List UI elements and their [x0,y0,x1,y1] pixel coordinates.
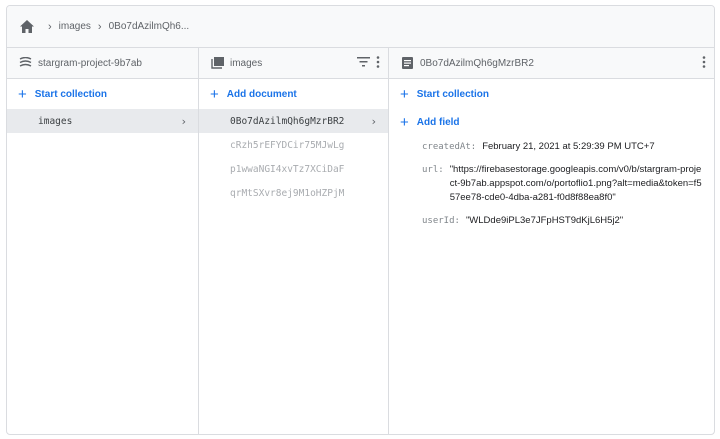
document-header: 0Bo7dAzilmQh6gMzrBR2 [389,48,714,79]
home-icon[interactable] [19,19,35,35]
filter-icon[interactable] [357,56,370,70]
collection-header: images [199,48,388,79]
document-item[interactable]: 0Bo7dAzilmQh6gMzrBR2 › [199,109,388,133]
more-vert-icon[interactable] [702,55,706,71]
start-collection-button[interactable]: + Start collection [389,79,714,109]
field-value: "https://firebasestorage.googleapis.com/… [449,164,702,203]
chevron-right-icon: › [181,114,186,128]
document-item-label: 0Bo7dAzilmQh6gMzrBR2 [230,115,345,127]
add-field-button[interactable]: + Add field [389,109,714,135]
document-item[interactable]: qrMtSXvr8ej9M1oHZPjM [199,181,388,205]
collection-title: images [230,57,263,69]
field-name: userId: [422,216,460,226]
plus-icon: + [18,85,27,103]
field-row[interactable]: userId: "WLDde9iPL3e7JFpHST9dKjL6H5j2" [389,214,714,228]
breadcrumb: › images › 0Bo7dAzilmQh6... [7,6,714,48]
add-document-button[interactable]: + Add document [199,79,388,109]
breadcrumb-collection[interactable]: images [59,21,91,32]
add-document-label: Add document [226,88,297,100]
breadcrumb-document[interactable]: 0Bo7dAzilmQh6... [109,21,190,32]
document-column: 0Bo7dAzilmQh6gMzrBR2 + Start collection … [389,48,714,434]
chevron-right-icon: › [48,20,52,33]
start-collection-button[interactable]: + Start collection [7,79,198,109]
document-item-label: p1wwaNGI4xvTz7XCiDaF [230,163,345,175]
plus-icon: + [400,85,409,103]
collection-item-images[interactable]: images › [7,109,198,133]
plus-icon: + [400,113,409,131]
document-icon [400,56,414,70]
more-vert-icon[interactable] [376,55,380,71]
firestore-data-panel: › images › 0Bo7dAzilmQh6... stargram-pro… [6,5,715,435]
document-item-label: qrMtSXvr8ej9M1oHZPjM [230,187,345,199]
chevron-right-icon: › [97,20,102,33]
field-value: February 21, 2021 at 5:29:39 PM UTC+7 [482,141,655,152]
field-list: createdAt: February 21, 2021 at 5:29:39 … [389,135,714,228]
project-title: stargram-project-9b7ab [38,57,142,69]
add-field-label: Add field [416,116,460,128]
document-item[interactable]: cRzh5rEFYDCir75MJwLg [199,133,388,157]
document-title: 0Bo7dAzilmQh6gMzrBR2 [420,57,534,69]
collection-column: images + Add document 0Bo7dAzilmQh6gMzrB… [199,48,389,434]
project-header: stargram-project-9b7ab [7,48,198,79]
project-column: stargram-project-9b7ab + Start collectio… [7,48,199,434]
database-icon [18,56,32,70]
document-item-label: cRzh5rEFYDCir75MJwLg [230,139,345,151]
start-collection-label: Start collection [34,88,108,100]
field-name: createdAt: [422,142,477,152]
field-row[interactable]: createdAt: February 21, 2021 at 5:29:39 … [389,140,714,154]
collection-item-label: images [38,115,73,127]
chevron-right-icon: › [371,114,376,128]
field-row[interactable]: url: "https://firebasestorage.googleapis… [389,163,714,205]
field-value: "WLDde9iPL3e7JFpHST9dKjL6H5j2" [465,215,624,226]
plus-icon: + [210,85,219,103]
document-item[interactable]: p1wwaNGI4xvTz7XCiDaF [199,157,388,181]
start-collection-label: Start collection [416,88,490,100]
field-name: url: [422,165,444,175]
collection-icon [210,56,224,70]
